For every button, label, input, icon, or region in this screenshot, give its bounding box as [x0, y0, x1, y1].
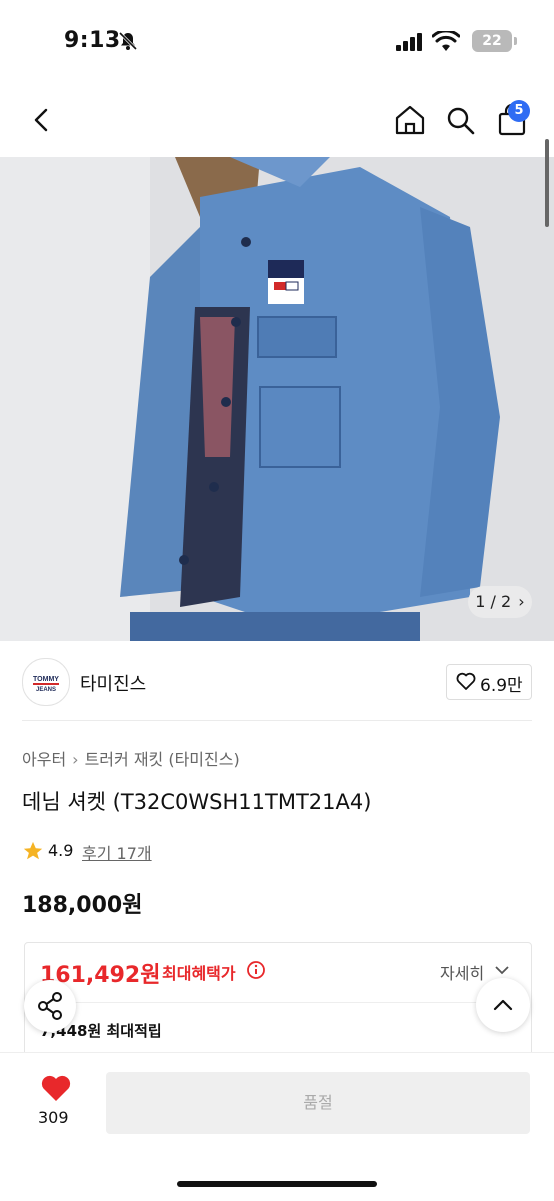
- search-icon[interactable]: [440, 100, 480, 140]
- image-counter[interactable]: 1 / 2 ›: [468, 586, 532, 618]
- chevron-right-icon: ›: [72, 750, 79, 769]
- heart-outline-icon: [456, 672, 476, 690]
- wish-count: 309: [38, 1108, 69, 1127]
- max-benefit-label: 최대혜택가: [162, 964, 236, 983]
- wifi-icon: [432, 31, 460, 51]
- heart-filled-icon[interactable]: [40, 1074, 72, 1102]
- tommy-jeans-logo: TOMMY JEANS: [33, 676, 59, 693]
- breadcrumb: 아우터 › 트러커 재킷 (타미진스): [22, 746, 240, 770]
- chevron-up-icon: [493, 999, 513, 1011]
- rating-value: 4.9: [48, 841, 74, 860]
- battery-tip: [514, 37, 517, 45]
- share-button[interactable]: [24, 980, 76, 1032]
- info-icon[interactable]: [246, 960, 266, 980]
- cellular-signal-icon: [396, 33, 422, 51]
- mute-bell-icon: [118, 31, 138, 51]
- product-image[interactable]: [0, 157, 554, 641]
- breadcrumb-item-outer[interactable]: 아우터: [22, 750, 66, 769]
- share-icon: [38, 992, 62, 1020]
- home-icon[interactable]: [390, 100, 430, 140]
- soldout-button[interactable]: 품절: [106, 1072, 530, 1134]
- review-link[interactable]: 후기 17개: [82, 840, 152, 864]
- cart-badge: 5: [508, 100, 530, 122]
- star-icon: [23, 841, 43, 860]
- image-counter-text: 1 / 2: [475, 592, 512, 611]
- original-price: 188,000원: [22, 893, 143, 918]
- chevron-down-icon[interactable]: [494, 964, 510, 976]
- chevron-right-icon: ›: [518, 592, 525, 611]
- brand-logo[interactable]: TOMMY JEANS: [22, 658, 70, 706]
- svg-text:TOMMY: TOMMY: [33, 676, 59, 683]
- brand-name[interactable]: 타미진스: [80, 670, 146, 696]
- jacket-photo: [0, 157, 554, 641]
- divider: [24, 1002, 530, 1003]
- brand-like-count: 6.9만: [480, 676, 523, 696]
- divider: [22, 720, 532, 721]
- battery-indicator: 22: [472, 30, 512, 52]
- scrollbar: [545, 139, 549, 227]
- product-title: 데님 셔켓 (T32C0WSH11TMT21A4): [22, 790, 372, 814]
- back-button[interactable]: [22, 100, 62, 140]
- home-indicator: [177, 1181, 377, 1187]
- scroll-top-button[interactable]: [476, 978, 530, 1032]
- svg-text:JEANS: JEANS: [36, 687, 56, 693]
- breadcrumb-item-trucker[interactable]: 트러커 재킷 (타미진스): [85, 750, 240, 769]
- status-time: 9:13: [64, 28, 121, 53]
